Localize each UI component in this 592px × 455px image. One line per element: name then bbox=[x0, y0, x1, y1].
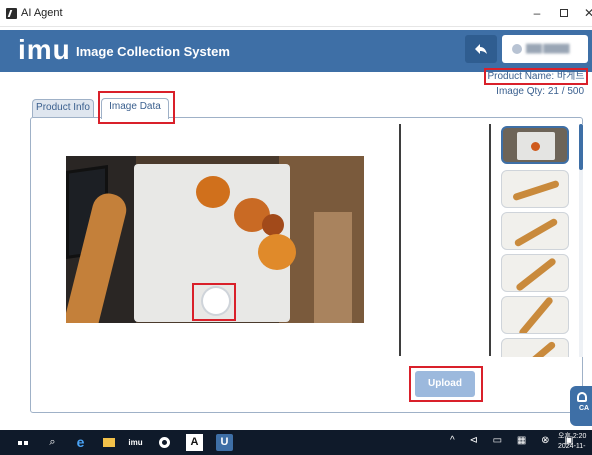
file-explorer-icon[interactable] bbox=[100, 434, 117, 451]
user-account-box[interactable]: ███ █████ bbox=[502, 35, 588, 63]
thumbnail-item[interactable] bbox=[501, 338, 569, 357]
camera-app-icon[interactable] bbox=[156, 434, 173, 451]
thumbnail-item[interactable] bbox=[501, 212, 569, 250]
minimize-button[interactable]: – bbox=[524, 4, 550, 22]
thumbnail-list[interactable] bbox=[501, 124, 571, 357]
imu-logo: imu bbox=[18, 34, 71, 65]
product-name-label: Product Name: 바게트 bbox=[484, 68, 588, 85]
thumbnail-item[interactable] bbox=[501, 126, 569, 164]
ai-agent-taskbar-icon[interactable]: A bbox=[186, 434, 203, 451]
side-float-button[interactable]: CA bbox=[570, 386, 592, 426]
thumbnail-baguette bbox=[513, 217, 559, 248]
camera-bun bbox=[258, 234, 296, 270]
tab-product-info[interactable]: Product Info bbox=[32, 99, 94, 117]
divider-line bbox=[489, 124, 491, 356]
maximize-icon bbox=[560, 9, 568, 17]
maximize-button[interactable] bbox=[551, 4, 577, 22]
taskbar-date: 2024-11- bbox=[558, 443, 586, 450]
thumbnail-scrollbar-thumb[interactable] bbox=[579, 124, 583, 170]
divider-line bbox=[399, 124, 401, 356]
imu-taskbar-icon[interactable]: imu bbox=[127, 434, 144, 451]
bell-icon bbox=[577, 392, 587, 402]
window-titlebar: AI Agent – ✕ bbox=[0, 0, 592, 27]
internet-explorer-icon[interactable]: e bbox=[72, 434, 89, 451]
back-button[interactable] bbox=[465, 35, 497, 63]
user-name: ███ █████ bbox=[526, 44, 570, 53]
tab-highlight-box bbox=[98, 91, 175, 124]
taskbar: ⌕ e imu A U ^ ⊲ ▭ ▦ ⊗ ▣ 오후 2:20 2024-11- bbox=[0, 430, 592, 455]
thumbnail-baguette bbox=[515, 340, 557, 357]
thumbnail-baguette bbox=[512, 179, 560, 202]
thumbnail-bun bbox=[531, 142, 540, 151]
app-header: imu Image Collection System ███ █████ bbox=[0, 30, 592, 72]
upload-highlight-box bbox=[409, 366, 483, 402]
thumbnail-baguette bbox=[517, 297, 555, 333]
windows-start-icon[interactable] bbox=[14, 434, 31, 451]
app-title: Image Collection System bbox=[76, 44, 230, 59]
window-title: AI Agent bbox=[21, 7, 63, 19]
camera-bun bbox=[262, 214, 284, 236]
app-icon bbox=[6, 8, 17, 19]
back-arrow-icon bbox=[475, 44, 487, 54]
close-button[interactable]: ✕ bbox=[576, 4, 592, 22]
taskbar-time: 오후 2:20 bbox=[558, 433, 587, 440]
thumbnail-item[interactable] bbox=[501, 170, 569, 208]
shutter-highlight-box bbox=[192, 283, 236, 321]
camera-bun bbox=[196, 176, 230, 208]
image-qty-label: Image Qty: 21 / 500 bbox=[496, 86, 584, 97]
camera-box bbox=[314, 212, 352, 323]
taskbar-clock[interactable]: 오후 2:20 2024-11- bbox=[558, 432, 586, 452]
u-app-taskbar-icon[interactable]: U bbox=[216, 434, 233, 451]
thumbnail-item[interactable] bbox=[501, 296, 569, 334]
side-float-label: CA bbox=[579, 405, 590, 412]
thumbnail-item[interactable] bbox=[501, 254, 569, 292]
search-icon[interactable]: ⌕ bbox=[44, 434, 61, 451]
thumbnail-baguette bbox=[514, 256, 558, 291]
avatar bbox=[512, 44, 522, 54]
